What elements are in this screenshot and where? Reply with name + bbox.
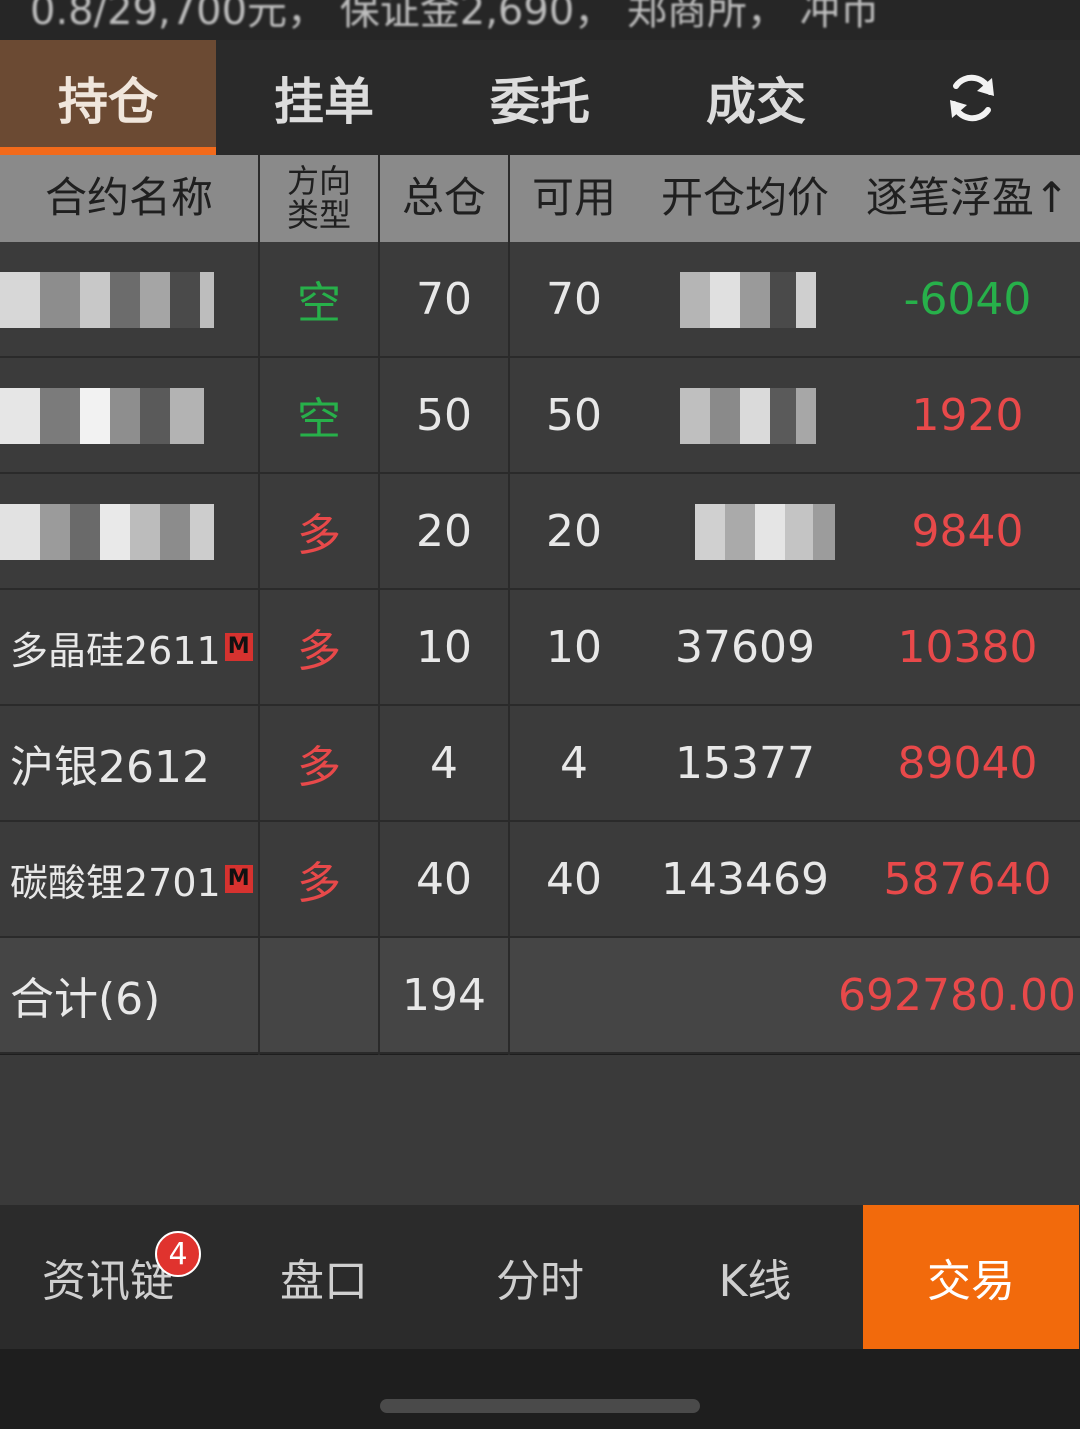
available-cell: 4 xyxy=(560,737,588,789)
floating-pl-cell: 10380 xyxy=(897,621,1038,673)
table-row[interactable]: 碳酸锂2701 M 多 40 40 143469 587640 xyxy=(0,822,1080,938)
blur-mosaic xyxy=(0,272,214,328)
avg-price-cell: 143469 xyxy=(661,853,829,905)
blur-mosaic xyxy=(680,388,816,444)
table-row[interactable]: 沪银2612 多 4 4 15377 89040 xyxy=(0,706,1080,822)
nav-intraday[interactable]: 分时 xyxy=(432,1205,648,1349)
column-divider xyxy=(258,155,260,1055)
direction-cell: 多 xyxy=(297,858,341,909)
table-header: 合约名称 方向 类型 总仓 可用 开仓均价 逐笔浮盈↑ xyxy=(0,155,1080,242)
avg-price-blurred xyxy=(640,358,850,472)
total-cell: 20 xyxy=(416,505,472,557)
refresh-button[interactable] xyxy=(864,40,1080,155)
top-info-text: 0.8/29,700元， 保证金2,690， 郑商所， 冲币 xyxy=(30,0,880,34)
nav-news-chain[interactable]: 资讯链 4 xyxy=(0,1205,216,1349)
contract-name-cell: 沪银2612 xyxy=(0,706,258,820)
nav-kline[interactable]: K线 xyxy=(647,1205,863,1349)
floating-pl-cell: 89040 xyxy=(897,737,1038,789)
column-divider xyxy=(378,155,380,1055)
total-floating-pl: 692780.00 xyxy=(838,969,1076,1021)
floating-pl-cell: 1920 xyxy=(911,389,1024,441)
system-gesture-area xyxy=(0,1349,1080,1429)
bottom-nav: 资讯链 4 盘口 分时 K线 交易 xyxy=(0,1205,1080,1349)
table-row[interactable]: 多晶硅2611 M 多 10 10 37609 10380 xyxy=(0,590,1080,706)
col-header-floating-pl[interactable]: 逐笔浮盈↑ xyxy=(855,155,1080,242)
col-header-name[interactable]: 合约名称 xyxy=(0,155,258,242)
floating-pl-cell: 9840 xyxy=(911,505,1024,557)
table-row[interactable]: 空 50 50 1920 xyxy=(0,358,1080,474)
floating-pl-cell: -6040 xyxy=(903,273,1032,325)
contract-name-cell: 碳酸锂2701 M xyxy=(0,822,258,936)
main-contract-badge: M xyxy=(224,633,253,661)
total-cell: 10 xyxy=(416,621,472,673)
available-cell: 20 xyxy=(546,505,602,557)
available-cell: 10 xyxy=(546,621,602,673)
tab-trades[interactable]: 成交 xyxy=(648,40,864,155)
col-header-total[interactable]: 总仓 xyxy=(380,155,508,242)
table-row[interactable]: 多 20 20 9840 xyxy=(0,474,1080,590)
main-contract-badge: M xyxy=(224,865,253,893)
empty-list-area xyxy=(0,1055,1080,1205)
total-cell: 50 xyxy=(416,389,472,441)
avg-price-cell: 15377 xyxy=(675,737,815,789)
floating-pl-cell: 587640 xyxy=(883,853,1052,905)
total-row: 合计(6) 194 692780.00 xyxy=(0,938,1080,1054)
contract-name-blurred xyxy=(0,358,258,472)
table-row[interactable]: 空 70 70 -6040 xyxy=(0,242,1080,358)
total-cell: 40 xyxy=(416,853,472,905)
direction-cell: 多 xyxy=(297,510,341,561)
avg-price-blurred xyxy=(640,474,850,588)
direction-cell: 空 xyxy=(297,278,341,329)
tab-pending[interactable]: 挂单 xyxy=(216,40,432,155)
blur-mosaic xyxy=(0,504,214,560)
available-cell: 70 xyxy=(546,273,602,325)
total-cell: 4 xyxy=(430,737,458,789)
blur-mosaic xyxy=(0,388,204,444)
col-header-direction-line1: 方向 xyxy=(286,161,351,200)
top-info-strip: 0.8/29,700元， 保证金2,690， 郑商所， 冲币 xyxy=(0,0,1080,40)
blur-mosaic xyxy=(680,272,816,328)
refresh-icon xyxy=(950,74,994,121)
nav-order-book[interactable]: 盘口 xyxy=(216,1205,432,1349)
contract-name-blurred xyxy=(0,474,258,588)
contract-name: 碳酸锂2701 xyxy=(10,860,221,905)
available-cell: 40 xyxy=(546,853,602,905)
total-label: 合计(6) xyxy=(10,974,161,1025)
direction-cell: 多 xyxy=(297,742,341,793)
tab-orders[interactable]: 委托 xyxy=(432,40,648,155)
contract-name-blurred xyxy=(0,242,258,356)
contract-name: 沪银2612 xyxy=(10,742,210,793)
tab-bar: 持仓 挂单 委托 成交 xyxy=(0,40,1080,155)
direction-cell: 多 xyxy=(297,626,341,677)
total-position-sum: 194 xyxy=(402,969,486,1021)
col-header-available[interactable]: 可用 xyxy=(510,155,638,242)
contract-name: 多晶硅2611 xyxy=(10,628,221,673)
col-header-direction[interactable]: 方向 类型 xyxy=(260,155,378,242)
column-divider xyxy=(508,155,510,1055)
avg-price-cell: 37609 xyxy=(675,621,815,673)
contract-name-cell: 多晶硅2611 M xyxy=(0,590,258,704)
home-indicator[interactable] xyxy=(380,1399,700,1413)
col-header-avg-price[interactable]: 开仓均价 xyxy=(640,155,850,242)
tab-positions[interactable]: 持仓 xyxy=(0,40,216,155)
nav-trade[interactable]: 交易 xyxy=(863,1205,1079,1349)
total-cell: 70 xyxy=(416,273,472,325)
col-header-direction-line2: 类型 xyxy=(286,195,351,234)
available-cell: 50 xyxy=(546,389,602,441)
avg-price-blurred xyxy=(640,242,850,356)
blur-mosaic xyxy=(695,504,835,560)
notification-badge: 4 xyxy=(155,1231,201,1277)
direction-cell: 空 xyxy=(297,394,341,445)
